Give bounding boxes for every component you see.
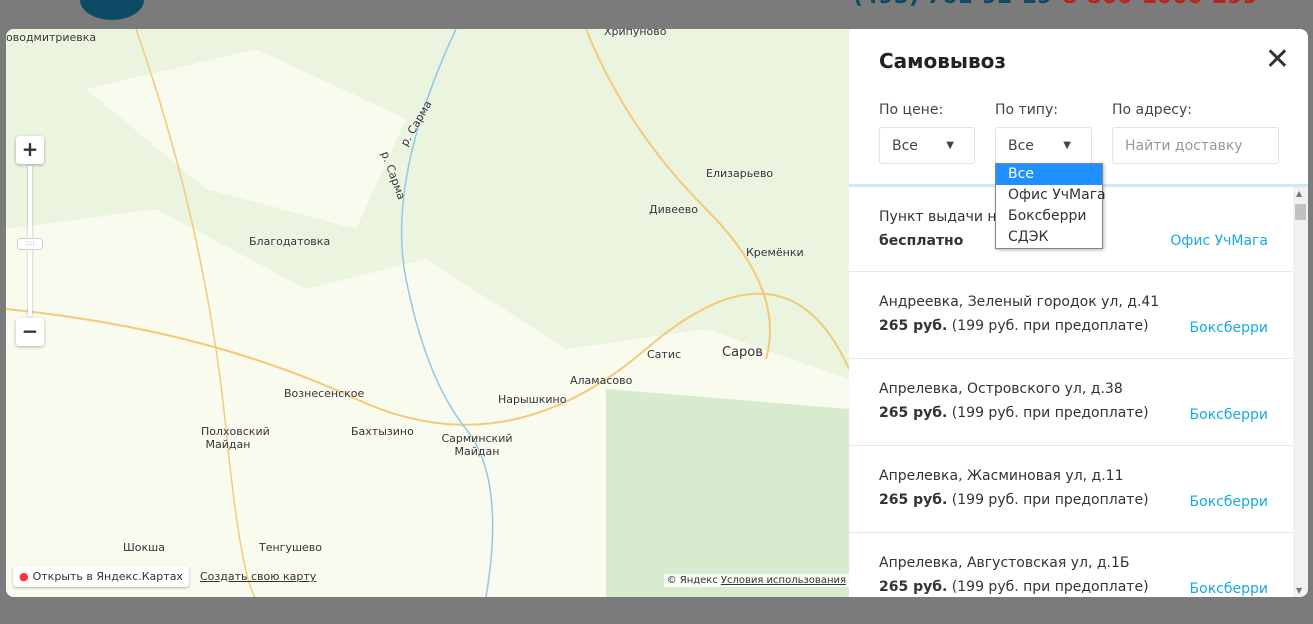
price-select-value: Все: [892, 138, 918, 154]
type-option[interactable]: Все: [996, 164, 1102, 185]
header-phones: (495) 761-92-19 8-800-1000-299: [853, 0, 1258, 9]
logo: [80, 0, 144, 20]
zoom-in-button[interactable]: +: [16, 136, 44, 164]
item-name: Апрелевка, Островского ул, д.38: [879, 381, 1123, 397]
caret-down-icon: ▼: [946, 140, 954, 151]
phone-moscow: (495) 761-92-19: [853, 0, 1052, 9]
type-option[interactable]: СДЭК: [996, 227, 1102, 248]
item-price: 265 руб.: [879, 318, 948, 334]
map-label: Елизарьево: [706, 167, 774, 180]
caret-down-icon: ▼: [1063, 140, 1071, 151]
type-select-value: Все: [1008, 138, 1034, 154]
zoom-slider[interactable]: ::::: [17, 166, 43, 316]
map-label: Дивеево: [649, 203, 698, 216]
item-type-link[interactable]: Боксберри: [1190, 581, 1268, 597]
item-name: Апрелевка, Жасминовая ул, д.11: [879, 468, 1124, 484]
scrollbar[interactable]: ▲ ▼: [1293, 187, 1308, 597]
phone-free: 8-800-1000-299: [1062, 0, 1258, 9]
item-price: 265 руб.: [879, 405, 948, 421]
zoom-out-button[interactable]: −: [16, 318, 44, 346]
map-label: Шокша: [123, 541, 165, 554]
address-filter-label: По адресу:: [1112, 102, 1193, 118]
item-price: 265 руб.: [879, 579, 948, 595]
item-price-note: (199 руб. при предоплате): [951, 405, 1149, 421]
map-label: Сатис: [647, 348, 682, 361]
map-label: Нарышкино: [498, 393, 567, 406]
type-option[interactable]: Офис УчМага: [996, 185, 1106, 206]
type-filter-label: По типу:: [995, 102, 1058, 118]
map-label: Благодатовка: [249, 235, 331, 248]
map-label: Саров: [722, 345, 763, 360]
scroll-down-icon[interactable]: ▼: [1296, 586, 1302, 595]
open-yandex-maps-link[interactable]: ● Открыть в Яндекс.Картах: [13, 566, 189, 587]
price-select[interactable]: Все ▼: [879, 127, 975, 164]
create-map-link[interactable]: Создать свою карту: [200, 570, 316, 583]
map-label: оводмитриевка: [6, 31, 97, 44]
open-yandex-label: Открыть в Яндекс.Картах: [32, 570, 183, 583]
copyright-text: © Яндекс: [666, 575, 718, 586]
type-option[interactable]: Боксберри: [996, 206, 1102, 227]
item-type-link[interactable]: Офис УчМага: [1170, 233, 1268, 249]
item-type-link[interactable]: Боксберри: [1190, 407, 1268, 423]
list-item[interactable]: Апрелевка, Жасминовая ул, д.11 265 руб. (…: [849, 446, 1308, 533]
item-type-link[interactable]: Боксберри: [1190, 320, 1268, 336]
map-copyright: © Яндекс Условия использования: [663, 574, 849, 587]
item-price-note: (199 руб. при предоплате): [951, 492, 1149, 508]
item-price-note: (199 руб. при предоплате): [951, 318, 1149, 334]
map-label: Сарминский Майдан: [441, 432, 513, 458]
terms-link[interactable]: Условия использования: [721, 575, 846, 586]
price-filter-label: По цене:: [879, 102, 944, 118]
close-icon[interactable]: ✕: [1265, 45, 1290, 75]
pickup-modal: оводмитриевка Хрипуново р. Сарма р. Сарм…: [6, 29, 1308, 597]
panel-title: Самовывоз: [879, 49, 1007, 73]
address-search-input[interactable]: Найти доставку: [1112, 127, 1279, 164]
map-label: Аламасово: [570, 374, 633, 387]
item-price-note: (199 руб. при предоплате): [951, 579, 1149, 595]
scroll-up-icon[interactable]: ▲: [1296, 189, 1302, 198]
list-item[interactable]: Апрелевка, Августовская ул, д.1Б 265 руб.…: [849, 533, 1308, 597]
map-label: Вознесенское: [284, 387, 365, 400]
zoom-control: + :::: −: [16, 136, 44, 346]
zoom-handle[interactable]: ::::: [17, 238, 43, 250]
map-label: Тенгушево: [259, 541, 323, 554]
item-name: Андреевка, Зеленый городок ул, д.41: [879, 294, 1160, 310]
map-label: Хрипуново: [604, 29, 667, 38]
map-pin-icon: ●: [19, 570, 29, 583]
item-price: 265 руб.: [879, 492, 948, 508]
map[interactable]: оводмитриевка Хрипуново р. Сарма р. Сарм…: [6, 29, 849, 597]
list-item[interactable]: Андреевка, Зеленый городок ул, д.41 265 р…: [849, 272, 1308, 359]
pickup-panel: Самовывоз ✕ По цене: По типу: По адресу:…: [849, 29, 1308, 597]
type-select[interactable]: Все ▼: [995, 127, 1092, 164]
map-label: Полховский Майдан: [201, 425, 270, 451]
item-price: бесплатно: [879, 233, 964, 249]
scrollbar-thumb[interactable]: [1295, 204, 1306, 220]
map-label: Кремёнки: [746, 246, 804, 259]
map-label: Бахтызино: [351, 425, 414, 438]
list-item[interactable]: Апрелевка, Островского ул, д.38 265 руб. …: [849, 359, 1308, 446]
item-type-link[interactable]: Боксберри: [1190, 494, 1268, 510]
item-name: Апрелевка, Августовская ул, д.1Б: [879, 555, 1130, 571]
type-dropdown: Все Офис УчМага Боксберри СДЭК: [995, 163, 1106, 249]
